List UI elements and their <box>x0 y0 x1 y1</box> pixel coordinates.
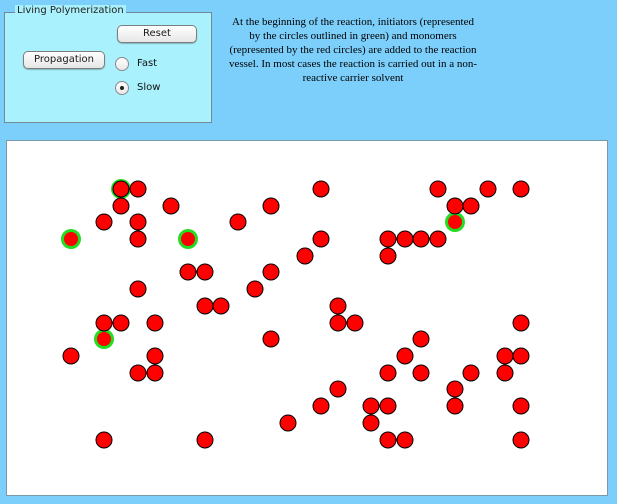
monomer-circle <box>146 364 164 382</box>
monomer-circle <box>312 230 330 248</box>
monomer-circle <box>246 280 264 298</box>
monomer-circle <box>429 180 447 198</box>
monomer-circle <box>512 347 530 365</box>
monomer-circle <box>446 397 464 415</box>
monomer-circle <box>312 397 330 415</box>
reset-button[interactable]: Reset <box>117 25 197 43</box>
monomer-circle <box>262 197 280 215</box>
propagation-button[interactable]: Propagation <box>23 51 105 69</box>
monomer-circle <box>412 230 430 248</box>
monomer-circle <box>379 431 397 449</box>
monomer-circle <box>346 314 364 332</box>
monomer-circle <box>429 230 447 248</box>
monomer-circle <box>362 414 380 432</box>
monomer-circle <box>396 347 414 365</box>
monomer-circle <box>379 364 397 382</box>
initiator-circle <box>97 332 111 346</box>
monomer-circle <box>95 213 113 231</box>
monomer-circle <box>162 197 180 215</box>
reaction-vessel <box>6 140 608 496</box>
monomer-circle <box>179 263 197 281</box>
speed-slow-label: Slow <box>137 82 161 93</box>
monomer-circle <box>296 247 314 265</box>
monomer-circle <box>312 180 330 198</box>
monomer-circle <box>229 213 247 231</box>
monomer-circle <box>129 230 147 248</box>
monomer-circle <box>412 364 430 382</box>
monomer-circle <box>396 431 414 449</box>
initiator-circle <box>448 215 462 229</box>
monomer-circle <box>462 364 480 382</box>
radio-dot-icon <box>120 86 124 90</box>
monomer-circle <box>112 197 130 215</box>
monomer-circle <box>212 297 230 315</box>
monomer-circle <box>512 431 530 449</box>
monomer-circle <box>496 364 514 382</box>
monomer-circle <box>462 197 480 215</box>
monomer-circle <box>379 397 397 415</box>
monomer-circle <box>196 263 214 281</box>
speed-fast-label: Fast <box>137 58 158 69</box>
monomer-circle <box>512 397 530 415</box>
monomer-circle <box>329 314 347 332</box>
panel-title: Living Polymerization <box>15 5 126 16</box>
reaction-vessel-canvas <box>61 179 530 449</box>
control-panel: Living Polymerization Reset Propagation … <box>4 5 212 123</box>
monomer-circle <box>496 347 514 365</box>
monomer-circle <box>362 397 380 415</box>
monomer-circle <box>512 314 530 332</box>
monomer-circle <box>129 280 147 298</box>
monomer-circle <box>446 197 464 215</box>
monomer-circle <box>479 180 497 198</box>
initiator-circle <box>64 232 78 246</box>
monomer-circle <box>62 347 80 365</box>
initiator-circle <box>114 182 128 196</box>
monomer-circle <box>196 431 214 449</box>
monomer-circle <box>379 230 397 248</box>
monomer-circle <box>129 180 147 198</box>
monomer-circle <box>279 414 297 432</box>
monomer-circle <box>262 263 280 281</box>
description-text: At the beginning of the reaction, initia… <box>228 16 478 84</box>
monomer-circle <box>95 431 113 449</box>
monomer-circle <box>446 380 464 398</box>
monomer-circle <box>129 213 147 231</box>
monomer-circle <box>146 347 164 365</box>
radio-button-selected-icon[interactable] <box>115 81 129 95</box>
monomer-circle <box>379 247 397 265</box>
initiator-circle <box>181 232 195 246</box>
monomer-circle <box>329 380 347 398</box>
monomer-circle <box>129 364 147 382</box>
monomer-circle <box>396 230 414 248</box>
monomer-circle <box>412 330 430 348</box>
monomer-circle <box>112 314 130 332</box>
monomer-circle <box>146 314 164 332</box>
monomer-circle <box>95 314 113 332</box>
monomer-circle <box>329 297 347 315</box>
monomer-circle <box>262 330 280 348</box>
radio-button-icon[interactable] <box>115 57 129 71</box>
monomer-circle <box>196 297 214 315</box>
monomer-circle <box>512 180 530 198</box>
